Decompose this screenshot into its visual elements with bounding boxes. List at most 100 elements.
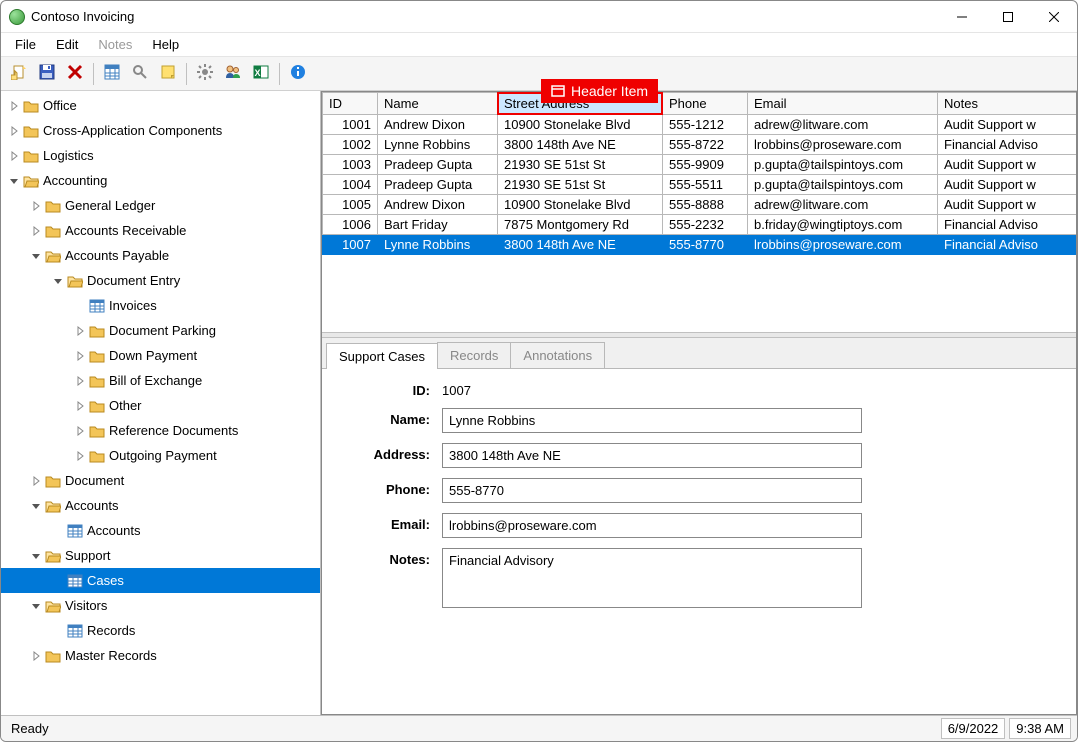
phone-field[interactable] [442, 478, 862, 503]
column-header[interactable]: ID [323, 93, 378, 115]
table-row[interactable]: 1004Pradeep Gupta21930 SE 51st St555-551… [323, 175, 1077, 195]
expand-icon[interactable] [29, 224, 43, 238]
tree-node[interactable]: Visitors [1, 593, 320, 618]
cell-id: 1004 [323, 175, 378, 195]
tree-node-label: General Ledger [65, 198, 155, 213]
folder-icon [45, 198, 61, 214]
folder-icon [45, 648, 61, 664]
minimize-button[interactable] [939, 1, 985, 33]
menu-file[interactable]: File [5, 35, 46, 54]
toolbar-save-button[interactable] [35, 62, 59, 86]
tree-node[interactable]: Bill of Exchange [1, 368, 320, 393]
cell-name: Bart Friday [378, 215, 498, 235]
toolbar-settings-button[interactable] [193, 62, 217, 86]
expand-icon[interactable] [73, 424, 87, 438]
table-row[interactable]: 1003Pradeep Gupta21930 SE 51st St555-990… [323, 155, 1077, 175]
toolbar-info-button[interactable] [286, 62, 310, 86]
expand-icon[interactable] [73, 349, 87, 363]
column-header[interactable]: Email [748, 93, 938, 115]
tree-node-label: Accounting [43, 173, 107, 188]
email-label: Email: [342, 513, 442, 532]
tree-node[interactable]: Support [1, 543, 320, 568]
tree-node[interactable]: Accounts [1, 493, 320, 518]
tab-support-cases[interactable]: Support Cases [326, 343, 438, 369]
expand-icon[interactable] [29, 199, 43, 213]
column-header[interactable]: Phone [663, 93, 748, 115]
expand-icon[interactable] [7, 99, 21, 113]
cell-name: Pradeep Gupta [378, 175, 498, 195]
tree-node[interactable]: Document [1, 468, 320, 493]
menubar: FileEditNotesHelp [1, 33, 1077, 57]
cell-notes: Financial Adviso [938, 215, 1077, 235]
tree-node[interactable]: Accounts [1, 518, 320, 543]
expand-icon[interactable] [29, 649, 43, 663]
expand-icon[interactable] [29, 474, 43, 488]
close-button[interactable] [1031, 1, 1077, 33]
column-header[interactable]: Street Address [498, 93, 663, 115]
delete-icon [67, 64, 83, 83]
expand-icon[interactable] [73, 449, 87, 463]
tab-annotations[interactable]: Annotations [510, 342, 605, 368]
data-grid-panel[interactable]: IDNameStreet AddressPhoneEmailNotes1001A… [322, 92, 1076, 332]
expand-icon[interactable] [73, 399, 87, 413]
table-row[interactable]: 1002Lynne Robbins3800 148th Ave NE555-87… [323, 135, 1077, 155]
toolbar-find-button[interactable] [128, 62, 152, 86]
table-icon [104, 64, 120, 83]
expand-icon[interactable] [73, 324, 87, 338]
expand-icon[interactable] [73, 374, 87, 388]
toolbar-delete-button[interactable] [63, 62, 87, 86]
tree-node[interactable]: Cases [1, 568, 320, 593]
tree-node[interactable]: Records [1, 618, 320, 643]
expand-icon[interactable] [7, 174, 21, 188]
column-header[interactable]: Name [378, 93, 498, 115]
tree-node-label: Logistics [43, 148, 94, 163]
tree-node[interactable]: Outgoing Payment [1, 443, 320, 468]
tree-node-label: Bill of Exchange [109, 373, 202, 388]
tree-node[interactable]: Logistics [1, 143, 320, 168]
table-row[interactable]: 1005Andrew Dixon10900 Stonelake Blvd555-… [323, 195, 1077, 215]
expand-icon [51, 624, 65, 638]
expand-icon[interactable] [29, 249, 43, 263]
email-field[interactable] [442, 513, 862, 538]
toolbar-note-button[interactable] [156, 62, 180, 86]
find-icon [132, 64, 148, 83]
folderO-icon [45, 498, 61, 514]
tree-node[interactable]: Document Entry [1, 268, 320, 293]
tree-node[interactable]: Reference Documents [1, 418, 320, 443]
expand-icon[interactable] [7, 149, 21, 163]
toolbar-table-button[interactable] [100, 62, 124, 86]
tree-node[interactable]: Accounts Payable [1, 243, 320, 268]
tree-node[interactable]: Invoices [1, 293, 320, 318]
tree-node[interactable]: General Ledger [1, 193, 320, 218]
table-row[interactable]: 1001Andrew Dixon10900 Stonelake Blvd555-… [323, 115, 1077, 135]
tab-records[interactable]: Records [437, 342, 511, 368]
menu-help[interactable]: Help [142, 35, 189, 54]
maximize-button[interactable] [985, 1, 1031, 33]
nav-tree[interactable]: OfficeCross-Application Components Logist… [1, 91, 320, 715]
expand-icon[interactable] [7, 124, 21, 138]
address-field[interactable] [442, 443, 862, 468]
tree-node[interactable]: Down Payment [1, 343, 320, 368]
column-header[interactable]: Notes [938, 93, 1077, 115]
menu-edit[interactable]: Edit [46, 35, 88, 54]
tree-node[interactable]: Master Records [1, 643, 320, 668]
expand-icon[interactable] [29, 549, 43, 563]
toolbar-new-button[interactable] [7, 62, 31, 86]
toolbar-users-button[interactable] [221, 62, 245, 86]
table-row[interactable]: 1007Lynne Robbins3800 148th Ave NE555-87… [323, 235, 1077, 255]
phone-label: Phone: [342, 478, 442, 497]
toolbar-excel-button[interactable]: X [249, 62, 273, 86]
notes-field[interactable] [442, 548, 862, 608]
tree-node[interactable]: Accounting [1, 168, 320, 193]
name-field[interactable] [442, 408, 862, 433]
table-row[interactable]: 1006Bart Friday7875 Montgomery Rd555-223… [323, 215, 1077, 235]
tree-node[interactable]: Accounts Receivable [1, 218, 320, 243]
tree-node[interactable]: Document Parking [1, 318, 320, 343]
tree-node[interactable]: Other [1, 393, 320, 418]
expand-icon[interactable] [29, 499, 43, 513]
expand-icon[interactable] [51, 274, 65, 288]
tree-node[interactable]: Cross-Application Components [1, 118, 320, 143]
expand-icon[interactable] [29, 599, 43, 613]
tree-node-label: Invoices [109, 298, 157, 313]
tree-node[interactable]: Office [1, 93, 320, 118]
